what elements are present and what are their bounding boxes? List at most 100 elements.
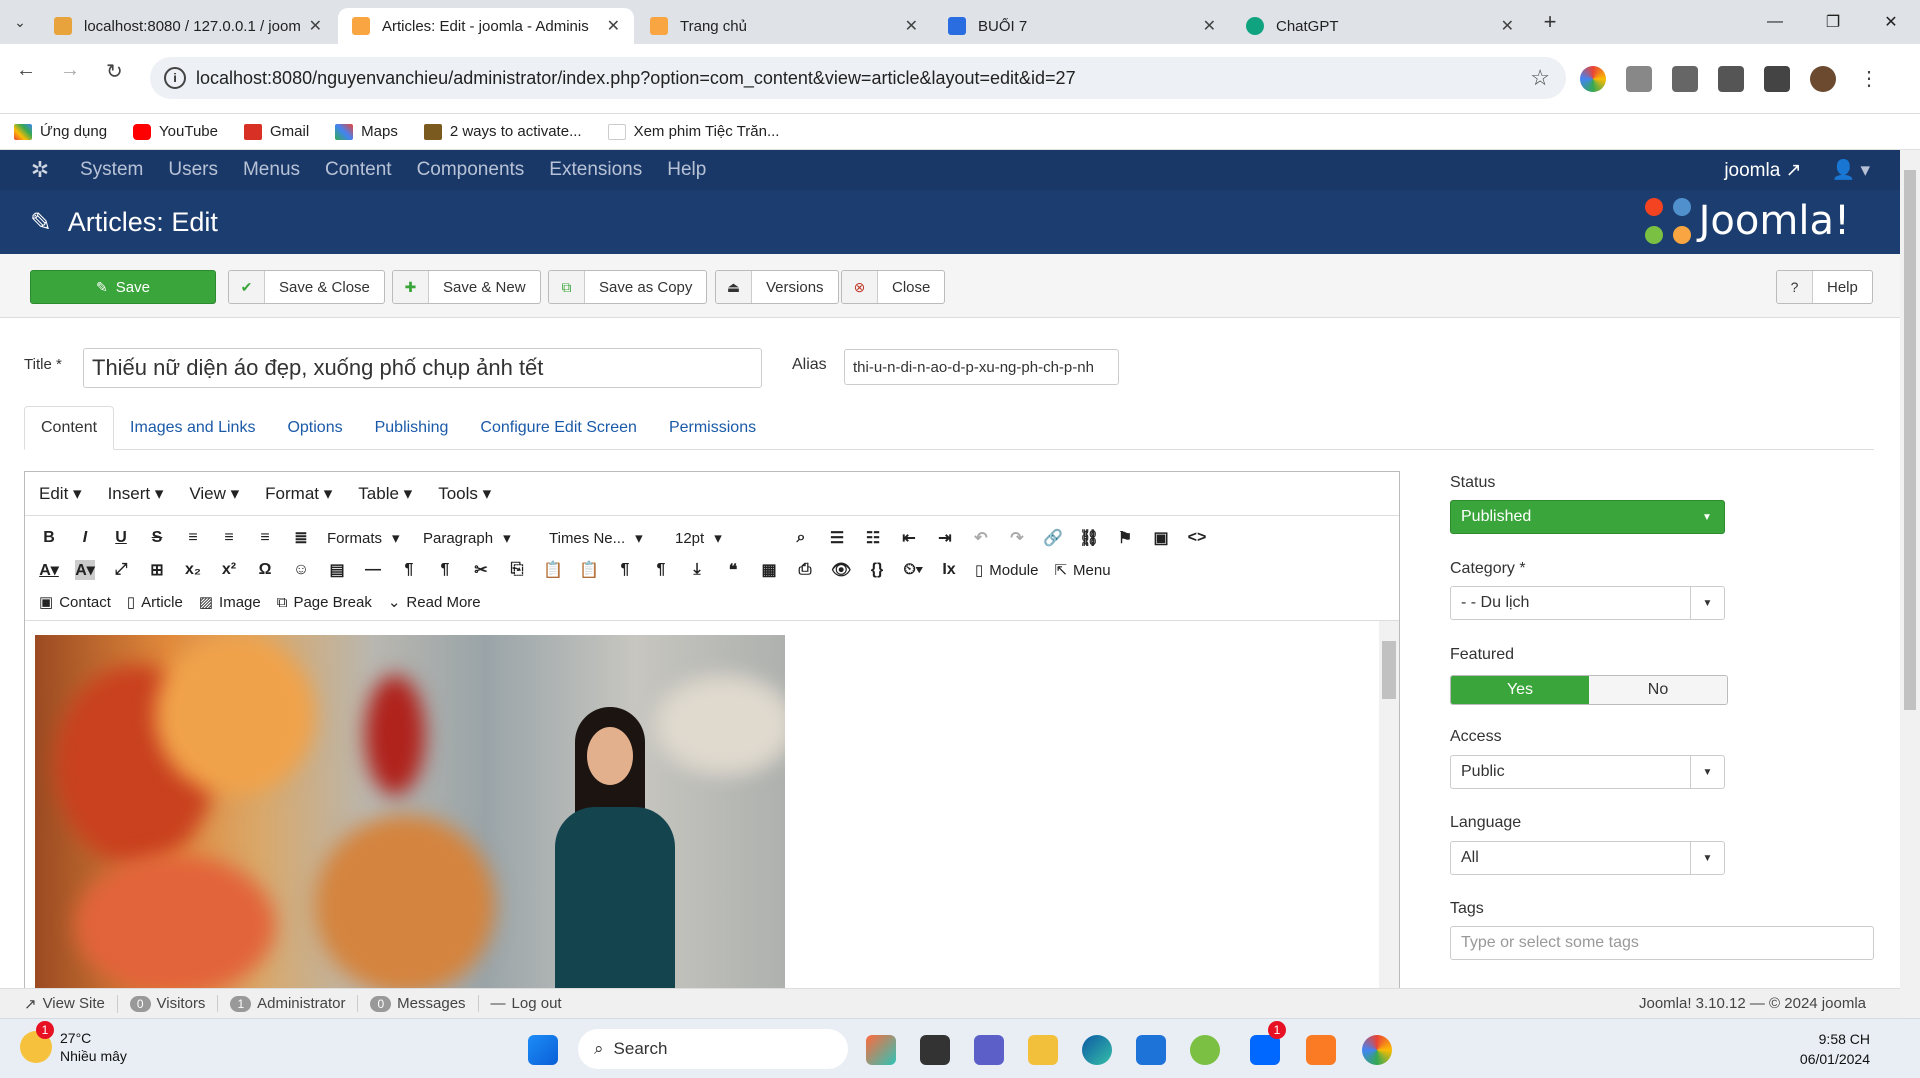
weather-widget[interactable]: 27°C Nhiều mây	[20, 1029, 127, 1065]
find-replace-icon[interactable]: ⌕	[791, 529, 811, 547]
bookmark-maps[interactable]: Maps	[335, 123, 398, 140]
datetime-icon[interactable]: ⏲▾	[903, 561, 923, 579]
save-button[interactable]: ✎ Save	[30, 270, 216, 304]
align-right-icon[interactable]: ≡	[255, 529, 275, 547]
editor-menu-edit[interactable]: Edit ▾	[39, 484, 82, 504]
paste-icon[interactable]: 📋	[543, 560, 563, 580]
chrome-icon[interactable]	[1362, 1035, 1392, 1065]
align-justify-icon[interactable]: ≣	[291, 528, 311, 548]
numbered-list-icon[interactable]: ☷	[863, 528, 883, 548]
font-family-dropdown[interactable]: Times Ne... ▾	[549, 529, 659, 548]
article-photo[interactable]	[35, 635, 785, 993]
save-copy-button[interactable]: ⧉ Save as Copy	[548, 270, 708, 304]
extension-icon[interactable]	[1580, 66, 1606, 92]
view-site-link[interactable]: ↗ View Site	[12, 994, 118, 1013]
more-menu-icon[interactable]: ⋮	[1856, 66, 1882, 92]
copy-icon[interactable]: ⎘	[507, 561, 527, 579]
menu-content[interactable]: Content	[325, 159, 392, 181]
special-char-icon[interactable]: Ω	[255, 561, 275, 579]
language-select[interactable]: All ▼	[1450, 841, 1725, 875]
store-icon[interactable]	[1136, 1035, 1166, 1065]
site-link[interactable]: joomla ↗	[1724, 159, 1801, 182]
download-icon[interactable]	[1718, 66, 1744, 92]
rtl-icon[interactable]: ¶	[435, 561, 455, 579]
close-tab-icon[interactable]: ✕	[607, 16, 620, 36]
formats-dropdown[interactable]: Formats ▾	[327, 529, 407, 548]
align-center-icon[interactable]: ≡	[219, 529, 239, 547]
menu-button[interactable]: ⇱ Menu	[1054, 561, 1110, 580]
app-icon[interactable]	[920, 1035, 950, 1065]
superscript-icon[interactable]: x²	[219, 561, 239, 579]
featured-no-button[interactable]: No	[1589, 676, 1727, 704]
menu-help[interactable]: Help	[667, 159, 706, 181]
bookmark-apps[interactable]: Ứng dụng	[14, 123, 107, 140]
horizontal-rule-icon[interactable]: —	[363, 561, 383, 579]
editor-menu-tools[interactable]: Tools ▾	[438, 484, 491, 504]
visual-chars-icon[interactable]: ¶	[615, 561, 635, 579]
app-icon[interactable]	[1190, 1035, 1220, 1065]
outdent-icon[interactable]: ⇤	[899, 528, 919, 548]
insert-image-icon[interactable]: ▣	[1151, 528, 1171, 548]
xampp-icon[interactable]	[1306, 1035, 1336, 1065]
messages-indicator[interactable]: 0 Messages	[358, 995, 479, 1012]
bookmark-youtube[interactable]: YouTube	[133, 123, 218, 140]
indent-icon[interactable]: ⇥	[935, 528, 955, 548]
editor-content-area[interactable]	[25, 620, 1399, 993]
unlink-icon[interactable]: ⛓	[1079, 528, 1099, 548]
joomla-menu-logo-icon[interactable]: ✲	[0, 157, 80, 183]
windows-start-icon[interactable]	[528, 1035, 558, 1065]
browser-tab[interactable]: Trang chủ ✕	[636, 8, 932, 44]
save-close-button[interactable]: ✔ Save & Close	[228, 270, 385, 304]
read-more-button[interactable]: ⌄ Read More	[388, 593, 481, 612]
paste-text-icon[interactable]: 📋	[579, 560, 599, 580]
reload-icon[interactable]: ↻	[106, 59, 123, 84]
admins-indicator[interactable]: 1 Administrator	[218, 995, 359, 1012]
title-field[interactable]: Thiếu nữ diện áo đẹp, xuống phố chụp ảnh…	[83, 348, 762, 388]
extensions-puzzle-icon[interactable]	[1672, 66, 1698, 92]
browser-tab[interactable]: BUỔI 7 ✕	[934, 8, 1230, 44]
save-new-button[interactable]: ✚ Save & New	[392, 270, 541, 304]
bold-icon[interactable]: B	[39, 529, 59, 547]
file-explorer-icon[interactable]	[1028, 1035, 1058, 1065]
logout-link[interactable]: — Log out	[479, 995, 574, 1012]
url-field[interactable]: i localhost:8080/nguyenvanchieu/administ…	[150, 57, 1566, 99]
image-button[interactable]: ▨ Image	[199, 593, 261, 612]
module-button[interactable]: ▯ Module	[975, 561, 1038, 580]
tab-publishing[interactable]: Publishing	[359, 406, 465, 450]
editor-scroll-thumb[interactable]	[1382, 641, 1396, 699]
tab-configure-edit-screen[interactable]: Configure Edit Screen	[464, 406, 653, 450]
new-tab-button[interactable]: +	[1530, 0, 1570, 44]
ltr-icon[interactable]: ¶	[399, 561, 419, 579]
insert-icon[interactable]: ⤓	[687, 561, 707, 579]
system-clock[interactable]: 9:58 CH 06/01/2024	[1800, 1029, 1870, 1069]
print-icon[interactable]: ⎙	[795, 561, 815, 579]
browser-tab[interactable]: ChatGPT ✕	[1232, 8, 1528, 44]
visual-blocks-icon[interactable]: ¶	[651, 561, 671, 579]
template-icon[interactable]: ▦	[759, 560, 779, 580]
bookmark-movie[interactable]: Xem phim Tiệc Trăn...	[607, 123, 779, 140]
site-info-icon[interactable]: i	[164, 67, 186, 89]
cut-icon[interactable]: ✂	[471, 560, 491, 580]
paragraph-dropdown[interactable]: Paragraph ▾	[423, 529, 533, 548]
background-color-icon[interactable]: A▾	[75, 560, 95, 580]
browser-tab-active[interactable]: Articles: Edit - joomla - Adminis ✕	[338, 8, 634, 44]
bookmark-gmail[interactable]: Gmail	[243, 123, 309, 140]
category-select[interactable]: - - Du lịch ▼	[1450, 586, 1725, 620]
camera-icon[interactable]	[1626, 66, 1652, 92]
visitors-indicator[interactable]: 0 Visitors	[118, 995, 219, 1012]
code-icon[interactable]: <>	[1187, 529, 1207, 547]
close-tab-icon[interactable]: ✕	[1501, 16, 1514, 36]
clear-format-icon[interactable]: Ix	[939, 561, 959, 579]
menu-components[interactable]: Components	[417, 159, 525, 181]
teams-icon[interactable]	[974, 1035, 1004, 1065]
editor-menu-insert[interactable]: Insert ▾	[108, 484, 164, 504]
table-icon[interactable]: ⊞	[147, 560, 167, 580]
maximize-icon[interactable]: ❐	[1804, 0, 1862, 44]
tab-search-button[interactable]: ⌄	[0, 0, 40, 44]
forward-icon[interactable]: →	[60, 59, 80, 82]
user-menu-icon[interactable]: 👤 ▾	[1832, 158, 1870, 182]
featured-yes-button[interactable]: Yes	[1451, 676, 1589, 704]
taskbar-search[interactable]: ⌕ Search	[578, 1029, 848, 1069]
close-button[interactable]: ⊗ Close	[841, 270, 946, 304]
tags-input[interactable]: Type or select some tags	[1450, 926, 1874, 960]
